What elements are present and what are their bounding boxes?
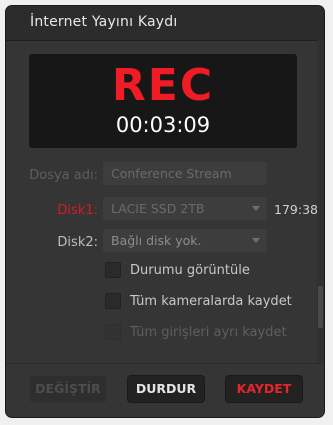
show-status-checkbox[interactable] [105, 262, 121, 278]
disk1-remaining-time: 179:38 [274, 202, 318, 217]
title-bar: İnternet Yayını Kaydı [6, 6, 324, 41]
stop-button[interactable]: DURDUR [127, 375, 205, 403]
chevron-down-icon [252, 238, 260, 243]
change-button: DEĞİŞTİR [29, 375, 107, 403]
disk2-label: Disk2: [57, 235, 98, 250]
dialog-title: İnternet Yayını Kaydı [30, 14, 178, 30]
record-inputs-separately-checkbox [105, 324, 121, 340]
record-inputs-separately-label: Tüm girişleri ayrı kaydet [130, 325, 287, 340]
rec-indicator: REC [111, 60, 215, 111]
disk1-selected-value: LACIE SSD 2TB [111, 201, 205, 216]
filename-field: Conference Stream [103, 162, 267, 185]
recording-status-panel: REC 00:03:09 [29, 54, 297, 148]
record-all-cameras-checkbox[interactable] [105, 293, 121, 309]
recording-timer: 00:03:09 [115, 113, 211, 137]
disk1-select: LACIE SSD 2TB [103, 197, 267, 220]
disk1-label: Disk1: [57, 203, 98, 218]
button-bar-divider [6, 363, 324, 364]
disk2-selected-value: Bağlı disk yok. [111, 233, 202, 248]
filename-label: Dosya adı: [29, 168, 98, 183]
chevron-down-icon [252, 206, 260, 211]
record-all-cameras-label: Tüm kameralarda kaydet [130, 294, 292, 309]
disk2-select[interactable]: Bağlı disk yok. [103, 229, 267, 252]
scrollbar-thumb[interactable] [318, 286, 323, 328]
recording-dialog: İnternet Yayını Kaydı REC 00:03:09 Dosya… [6, 6, 324, 417]
save-button[interactable]: KAYDET [225, 375, 303, 403]
show-status-label: Durumu görüntüle [130, 263, 250, 278]
